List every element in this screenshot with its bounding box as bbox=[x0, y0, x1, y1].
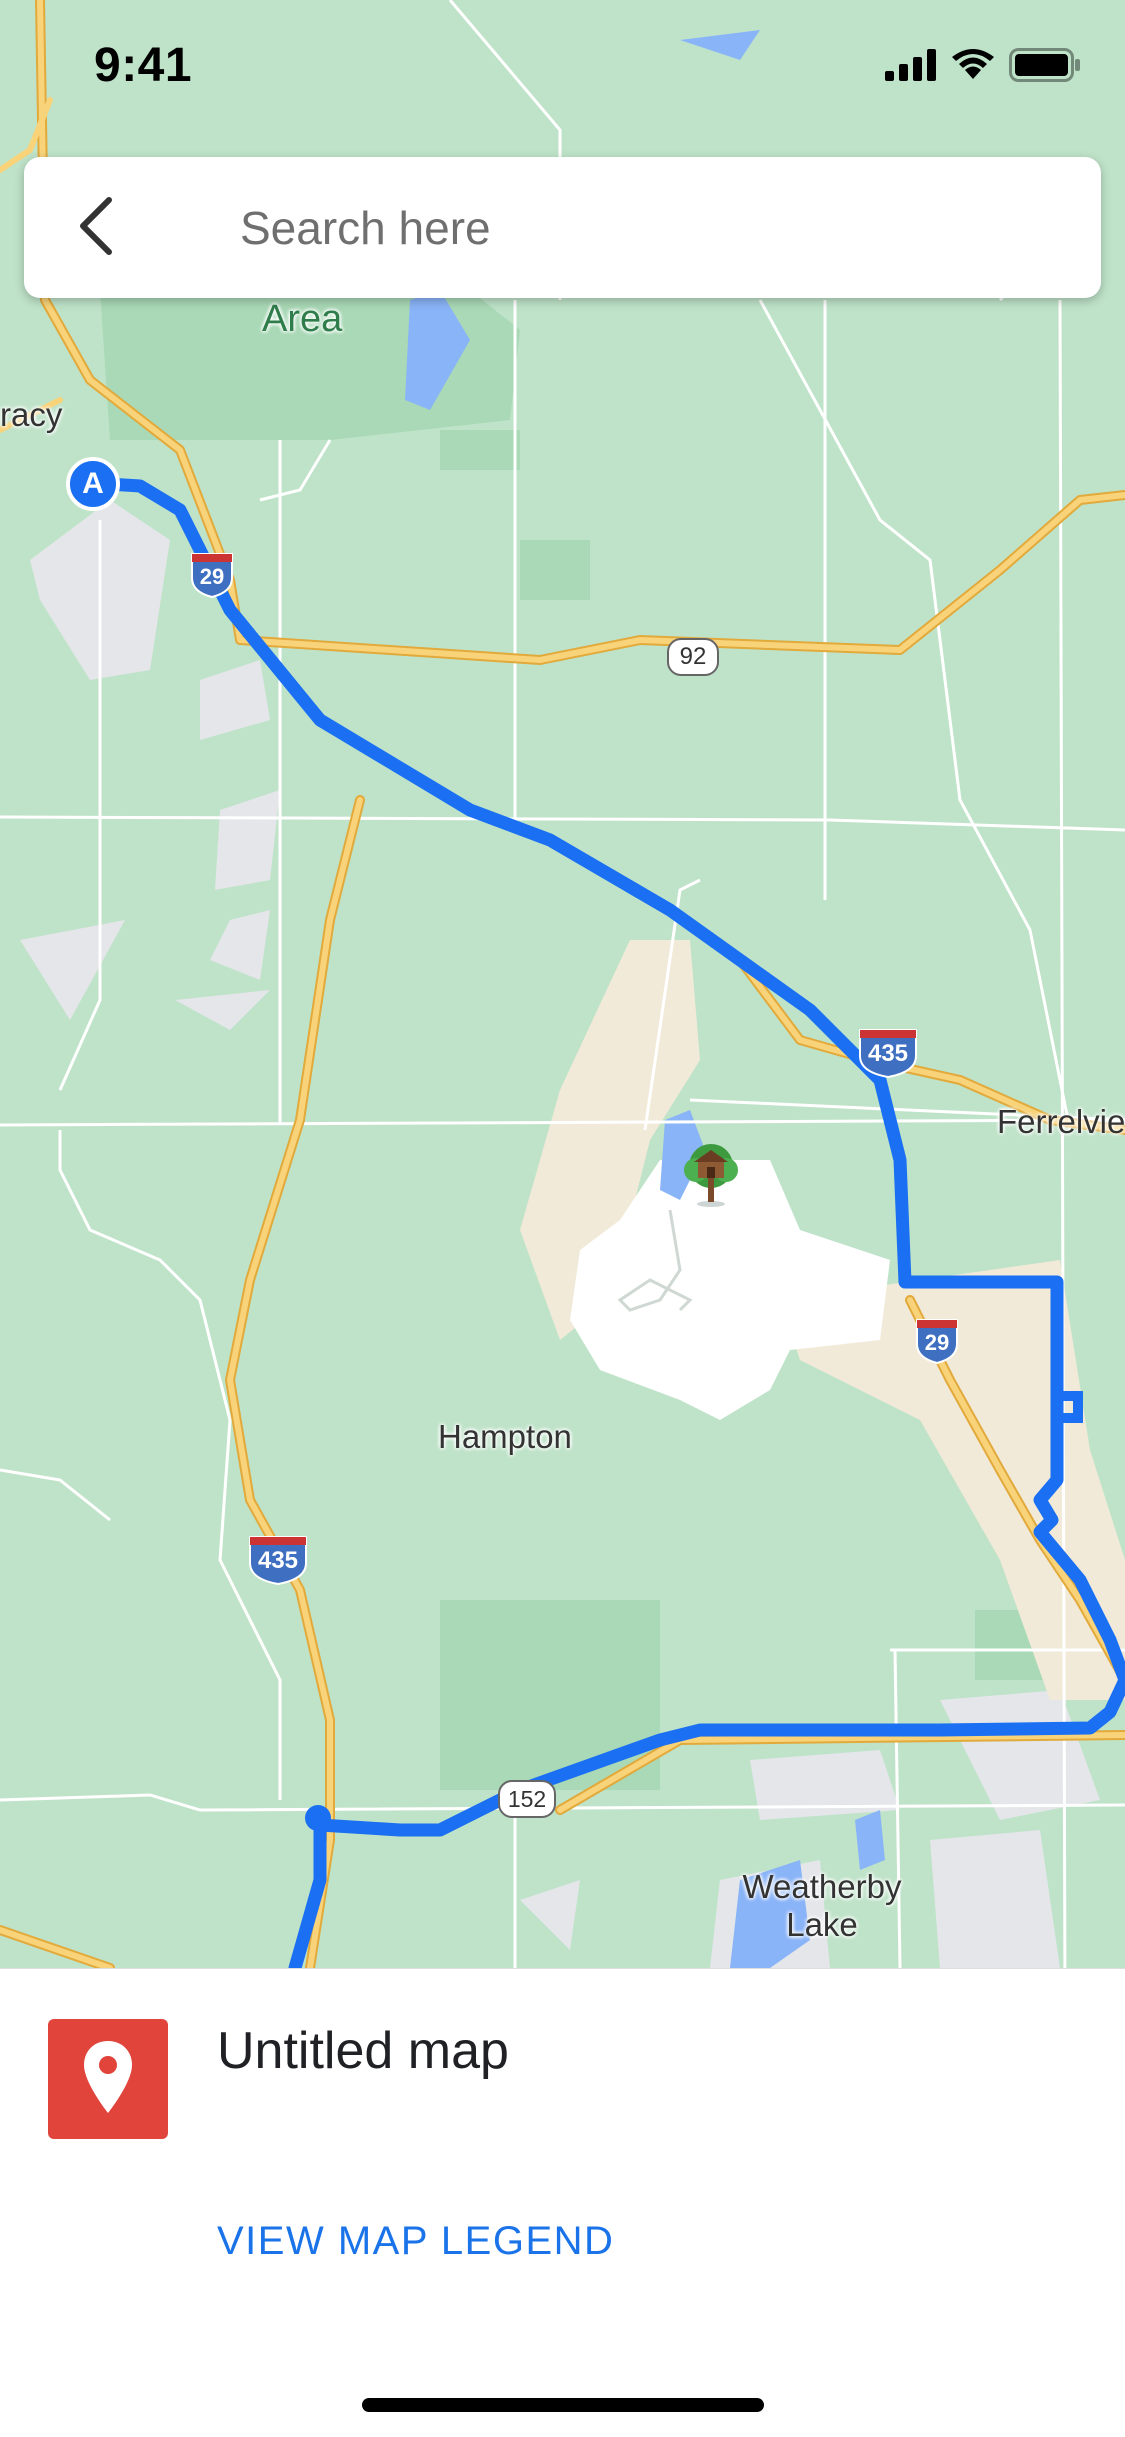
search-bar bbox=[24, 157, 1101, 298]
place-label-weatherby-lake: Weatherby Lake bbox=[742, 1868, 902, 1943]
battery-icon bbox=[1009, 48, 1081, 87]
interstate-shield-29: 29 bbox=[190, 552, 234, 598]
back-button[interactable] bbox=[54, 185, 140, 271]
bottom-sheet: Untitled map VIEW MAP LEGEND bbox=[0, 1968, 1125, 2437]
start-marker[interactable]: A bbox=[66, 457, 120, 511]
map-pin-icon bbox=[82, 2039, 134, 2120]
start-marker-label: A bbox=[82, 467, 104, 500]
interstate-shield-29-south: 29 bbox=[915, 1318, 959, 1364]
place-label-tracy: racy bbox=[0, 396, 63, 433]
wifi-icon bbox=[951, 49, 995, 86]
route-shield-92: 92 bbox=[667, 638, 719, 676]
interstate-shield-435-west: 435 bbox=[248, 1535, 308, 1585]
view-map-legend-link[interactable]: VIEW MAP LEGEND bbox=[217, 2219, 614, 2264]
route-waypoint bbox=[305, 1805, 331, 1831]
map-title: Untitled map bbox=[217, 2022, 509, 2080]
status-bar: 9:41 bbox=[0, 0, 1125, 135]
place-label-hampton: Hampton bbox=[438, 1418, 572, 1455]
search-input[interactable] bbox=[240, 193, 1040, 263]
status-time: 9:41 bbox=[94, 39, 193, 92]
chevron-left-icon bbox=[77, 196, 117, 261]
route-shield-152: 152 bbox=[498, 1780, 556, 1818]
signal-icon bbox=[885, 49, 937, 86]
place-label-area: Area bbox=[262, 298, 343, 340]
treehouse-icon[interactable] bbox=[676, 1140, 746, 1210]
home-indicator[interactable] bbox=[362, 2398, 764, 2412]
map-icon-tile bbox=[48, 2019, 168, 2139]
place-label-ferrelview: Ferrelvie bbox=[997, 1103, 1125, 1140]
interstate-shield-435-east: 435 bbox=[858, 1028, 918, 1078]
